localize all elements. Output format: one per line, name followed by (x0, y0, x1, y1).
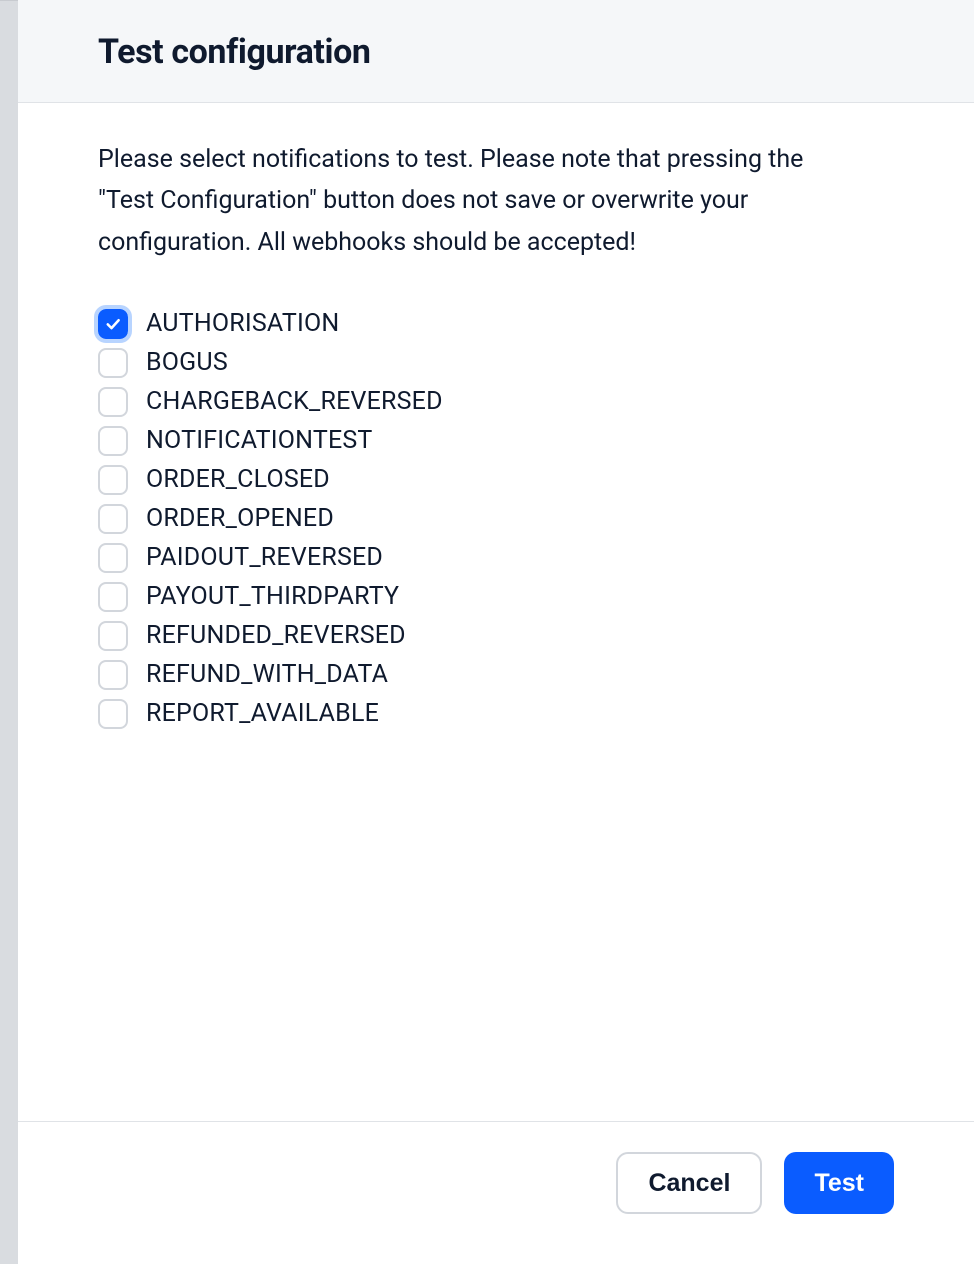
notification-label[interactable]: ORDER_CLOSED (146, 465, 330, 494)
notification-row: REPORT_AVAILABLE (98, 699, 894, 729)
checkbox-box[interactable] (98, 426, 128, 456)
notification-row: REFUNDED_REVERSED (98, 621, 894, 651)
notification-checkbox[interactable] (98, 426, 128, 456)
instructions-text: Please select notifications to test. Ple… (98, 139, 858, 263)
checkbox-box[interactable] (98, 660, 128, 690)
notification-checkbox[interactable] (98, 543, 128, 573)
notification-checkbox-list: AUTHORISATION BOGUS CHARGEBACK_REVERSED NOT… (98, 309, 894, 729)
notification-label[interactable]: REFUNDED_REVERSED (146, 621, 406, 650)
notification-row: PAYOUT_THIRDPARTY (98, 582, 894, 612)
notification-row: NOTIFICATIONTEST (98, 426, 894, 456)
notification-checkbox[interactable] (98, 660, 128, 690)
notification-label[interactable]: PAIDOUT_REVERSED (146, 543, 383, 572)
modal-title: Test configuration (98, 32, 894, 72)
notification-row: BOGUS (98, 348, 894, 378)
notification-row: ORDER_CLOSED (98, 465, 894, 495)
notification-row: PAIDOUT_REVERSED (98, 543, 894, 573)
notification-label[interactable]: AUTHORISATION (146, 309, 339, 338)
notification-checkbox[interactable] (98, 348, 128, 378)
checkbox-box[interactable] (98, 543, 128, 573)
notification-checkbox[interactable] (98, 387, 128, 417)
checkbox-box[interactable] (98, 387, 128, 417)
notification-checkbox[interactable] (98, 465, 128, 495)
notification-label[interactable]: ORDER_OPENED (146, 504, 334, 533)
notification-label[interactable]: PAYOUT_THIRDPARTY (146, 582, 399, 611)
notification-row: ORDER_OPENED (98, 504, 894, 534)
notification-row: CHARGEBACK_REVERSED (98, 387, 894, 417)
notification-label[interactable]: NOTIFICATIONTEST (146, 426, 373, 455)
checkbox-box[interactable] (98, 348, 128, 378)
cancel-button[interactable]: Cancel (616, 1152, 762, 1214)
notification-label[interactable]: BOGUS (146, 348, 228, 377)
notification-checkbox[interactable] (98, 309, 128, 339)
modal-footer: Cancel Test (18, 1121, 974, 1264)
notification-checkbox[interactable] (98, 621, 128, 651)
checkbox-box[interactable] (98, 582, 128, 612)
notification-row: REFUND_WITH_DATA (98, 660, 894, 690)
test-button[interactable]: Test (784, 1152, 894, 1214)
checkbox-box[interactable] (98, 465, 128, 495)
modal-body: Please select notifications to test. Ple… (18, 103, 974, 1121)
notification-label[interactable]: CHARGEBACK_REVERSED (146, 387, 443, 416)
checkbox-box[interactable] (98, 309, 128, 339)
notification-checkbox[interactable] (98, 504, 128, 534)
checkbox-box[interactable] (98, 621, 128, 651)
check-icon (104, 315, 122, 333)
notification-label[interactable]: REPORT_AVAILABLE (146, 699, 379, 728)
background-sidebar-strip (0, 0, 18, 1264)
notification-checkbox[interactable] (98, 699, 128, 729)
checkbox-box[interactable] (98, 699, 128, 729)
test-configuration-modal: Test configuration Please select notific… (18, 0, 974, 1264)
modal-header: Test configuration (18, 0, 974, 103)
notification-checkbox[interactable] (98, 582, 128, 612)
notification-row: AUTHORISATION (98, 309, 894, 339)
notification-label[interactable]: REFUND_WITH_DATA (146, 660, 388, 689)
checkbox-box[interactable] (98, 504, 128, 534)
